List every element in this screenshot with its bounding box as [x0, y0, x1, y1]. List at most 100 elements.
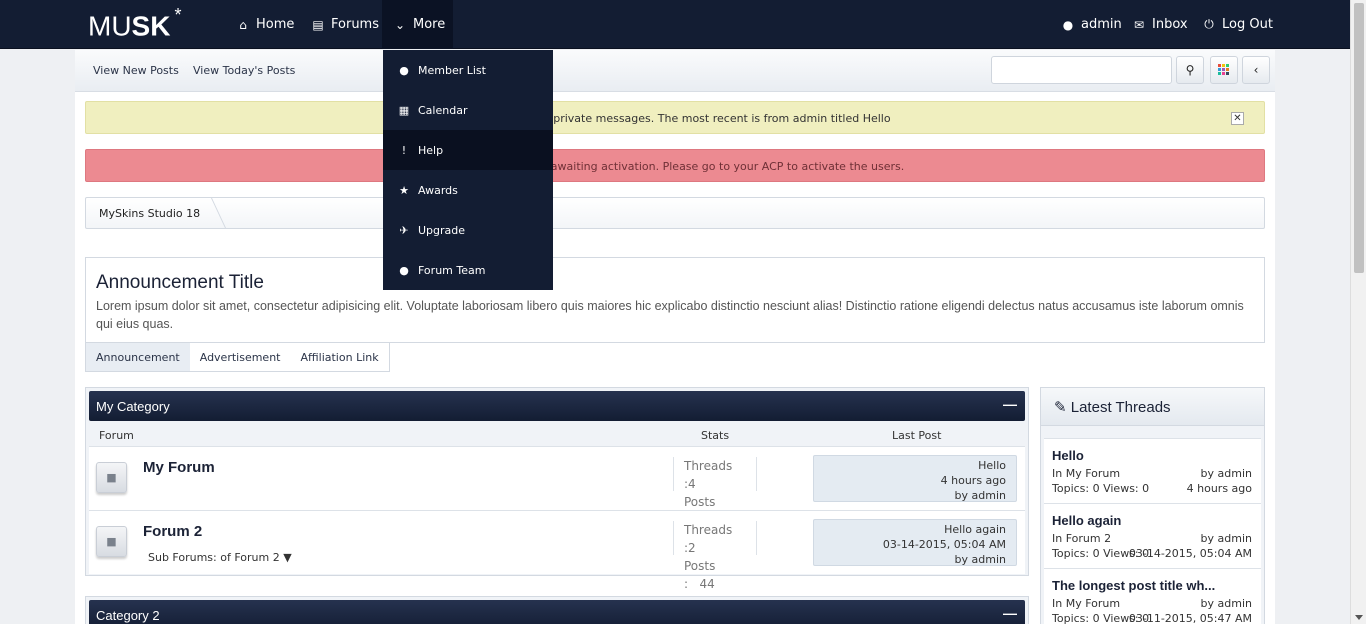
- more-dropdown-menu: ● Member List ▦ Calendar ! Help ★ Awards…: [383, 50, 553, 290]
- menu-item-label: Upgrade: [418, 223, 466, 237]
- last-post-box: Hello again 03-14-2015, 05:04 AM by admi…: [813, 519, 1017, 566]
- collapse-minus-icon[interactable]: —: [1003, 396, 1017, 412]
- collapse-minus-icon[interactable]: —: [1003, 605, 1017, 621]
- site-logo[interactable]: MUSK *: [88, 5, 181, 42]
- exclamation-icon: !: [401, 143, 407, 157]
- top-navbar: MUSK * ⌂ Home ▤ Forums ⌄ More ● admin ✉ I…: [0, 0, 1350, 49]
- announcement-tabs: Announcement Advertisement Affiliation L…: [85, 342, 390, 372]
- category-2: Category 2 —: [85, 596, 1029, 624]
- chevron-circle-down-icon: ▼: [283, 551, 292, 564]
- menu-item-upgrade[interactable]: ✈ Upgrade: [383, 210, 553, 250]
- tab-affiliation-link[interactable]: Affiliation Link: [290, 343, 388, 371]
- thread-author[interactable]: by admin: [1201, 467, 1252, 480]
- thread-forum[interactable]: In My Forum: [1052, 597, 1120, 610]
- last-post-author[interactable]: by admin: [824, 552, 1006, 567]
- menu-item-member-list[interactable]: ● Member List: [383, 50, 553, 90]
- collapse-button[interactable]: ‹: [1242, 56, 1270, 84]
- category-my-category: My Category — Forum Stats Last Post ■ My…: [85, 387, 1029, 591]
- folder-icon: ■: [96, 526, 127, 557]
- search-input[interactable]: [991, 56, 1172, 84]
- envelope-icon: ✉: [1133, 17, 1145, 32]
- breadcrumb-item-home[interactable]: MySkins Studio 18: [99, 207, 200, 220]
- nav-inbox-label: Inbox: [1152, 17, 1188, 32]
- nav-home[interactable]: ⌂ Home: [236, 0, 294, 49]
- col-forum: Forum: [99, 429, 134, 442]
- breadcrumb: MySkins Studio 18: [85, 197, 1265, 229]
- category-title: My Category: [96, 399, 170, 414]
- announcement-body: Lorem ipsum dolor sit amet, consectetur …: [96, 299, 1244, 331]
- nav-inbox[interactable]: ✉ Inbox: [1132, 0, 1188, 49]
- menu-item-calendar[interactable]: ▦ Calendar: [383, 90, 553, 130]
- calendar-icon: ▦: [398, 103, 410, 117]
- tab-advertisement[interactable]: Advertisement: [190, 343, 291, 371]
- user-icon: ●: [1062, 17, 1074, 32]
- thread-author[interactable]: by admin: [1201, 597, 1252, 610]
- menu-item-label: Member List: [418, 63, 486, 77]
- activation-alert-text: nt awaiting activation. Please go to you…: [536, 160, 905, 173]
- menu-item-label: Awards: [418, 183, 458, 197]
- nav-forums[interactable]: ▤ Forums: [311, 0, 379, 49]
- pm-alert: ad private messages. The most recent is …: [85, 101, 1265, 134]
- color-picker-button[interactable]: [1210, 56, 1238, 84]
- nav-forums-label: Forums: [331, 17, 379, 32]
- thread-item: The longest post title wh... In My Forum…: [1044, 568, 1261, 624]
- thread-item: Hello again In Forum 2 by admin Topics: …: [1044, 503, 1261, 568]
- latest-threads-list: Hello In My Forum by admin Topics: 0 Vie…: [1044, 438, 1261, 624]
- chevron-down-icon: ⌄: [394, 17, 406, 32]
- menu-item-awards[interactable]: ★ Awards: [383, 170, 553, 210]
- latest-threads-panel: ✎ Latest Threads Hello In My Forum by ad…: [1040, 387, 1265, 624]
- nav-admin[interactable]: ● admin: [1061, 0, 1122, 49]
- menu-item-label: Help: [418, 143, 444, 157]
- breadcrumb-separator: [198, 198, 226, 228]
- users-icon: ●: [399, 63, 409, 77]
- scroll-down-arrow-icon[interactable]: [1355, 615, 1363, 620]
- menu-item-help[interactable]: ! Help: [383, 130, 553, 170]
- scrollbar-thumb[interactable]: [1354, 3, 1364, 273]
- thread-time: 4 hours ago: [1186, 482, 1252, 495]
- forum-name[interactable]: My Forum: [143, 459, 215, 476]
- thread-time: 03-14-2015, 05:04 AM: [1128, 547, 1252, 560]
- forum-name[interactable]: Forum 2: [143, 523, 202, 540]
- menu-item-label: Forum Team: [418, 263, 486, 277]
- thread-counts: Topics: 0 Views: 0: [1052, 482, 1150, 495]
- chevron-left-icon: ‹: [1253, 63, 1259, 77]
- category-header[interactable]: Category 2 —: [89, 600, 1025, 624]
- latest-threads-title: Latest Threads: [1070, 399, 1171, 416]
- forum-row: ■ My Forum Threads :4 Posts : 58 Hello 4…: [89, 446, 1025, 527]
- nav-more-label: More: [413, 17, 446, 32]
- last-post-title[interactable]: Hello again: [824, 522, 1006, 537]
- col-stats: Stats: [701, 429, 730, 442]
- threads-count: Threads :2: [684, 523, 733, 555]
- subforums-link[interactable]: Sub Forums: of Forum 2 ▼: [148, 551, 292, 564]
- thread-forum[interactable]: In Forum 2: [1052, 532, 1111, 545]
- forum-stats: Threads :4 Posts : 58: [673, 457, 757, 527]
- thread-title[interactable]: Hello: [1052, 448, 1084, 463]
- thread-author[interactable]: by admin: [1201, 532, 1252, 545]
- nav-admin-label: admin: [1081, 17, 1122, 32]
- category-title: Category 2: [96, 608, 160, 623]
- power-icon: ⏻: [1204, 17, 1214, 31]
- search-button[interactable]: ⚲: [1176, 56, 1204, 84]
- thread-title[interactable]: Hello again: [1052, 513, 1121, 528]
- sub-toolbar: View New Posts View Today's Posts ⚲ ‹: [75, 50, 1275, 92]
- nav-home-label: Home: [256, 17, 295, 32]
- view-todays-posts-link[interactable]: View Today's Posts: [193, 64, 295, 77]
- thread-title[interactable]: The longest post title wh...: [1052, 578, 1215, 593]
- thread-item: Hello In My Forum by admin Topics: 0 Vie…: [1044, 438, 1261, 503]
- grid-colors-icon: [1218, 64, 1229, 75]
- comments-icon: ✎: [1054, 399, 1067, 416]
- nav-logout[interactable]: ⏻ Log Out: [1202, 0, 1273, 49]
- menu-item-forum-team[interactable]: ● Forum Team: [383, 250, 553, 290]
- column-headers: Forum Stats Last Post: [86, 424, 1028, 446]
- nav-more[interactable]: ⌄ More: [382, 0, 453, 49]
- thread-forum[interactable]: In My Forum: [1052, 467, 1120, 480]
- last-post-title[interactable]: Hello: [824, 458, 1006, 473]
- category-header[interactable]: My Category —: [89, 391, 1025, 421]
- page-scrollbar[interactable]: [1350, 0, 1366, 624]
- last-post-author[interactable]: by admin: [824, 488, 1006, 503]
- view-new-posts-link[interactable]: View New Posts: [93, 64, 179, 77]
- threads-count: Threads :4: [684, 459, 733, 491]
- tab-announcement[interactable]: Announcement: [86, 343, 190, 371]
- pm-alert-text: ad private messages. The most recent is …: [536, 112, 891, 125]
- dismiss-alert-button[interactable]: ✕: [1231, 112, 1244, 125]
